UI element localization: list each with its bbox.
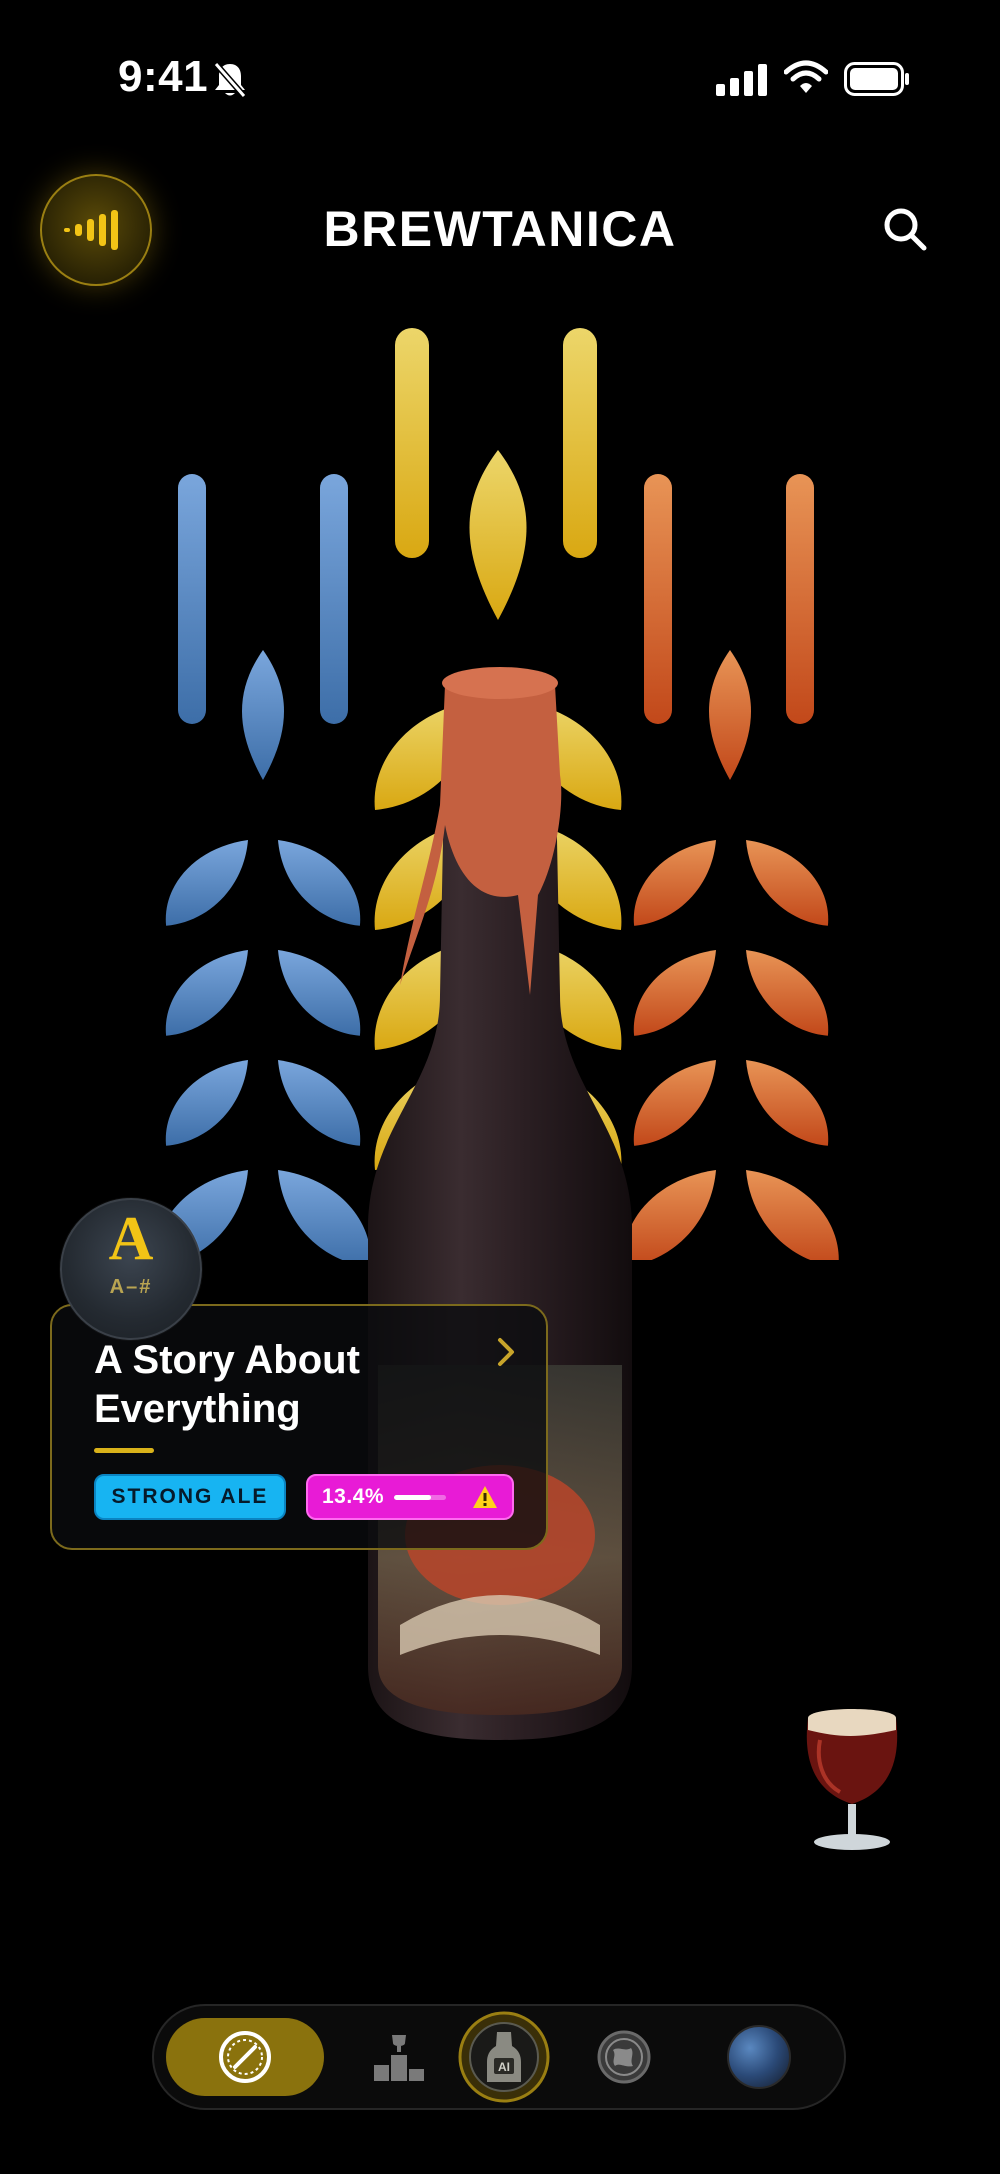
name-underline <box>94 1448 154 1453</box>
tab-beers[interactable] <box>166 2018 324 2096</box>
status-time: 9:41 <box>118 52 209 101</box>
battery-icon <box>844 62 909 96</box>
search-icon[interactable] <box>880 204 930 254</box>
grade-badge: A A–# <box>60 1198 202 1340</box>
bottle-cap-icon <box>219 2031 271 2083</box>
chevron-right-icon[interactable] <box>494 1336 518 1368</box>
app-title: BREWTANICA <box>323 201 677 257</box>
tab-profile[interactable] <box>694 2018 824 2096</box>
tab-bar: AI <box>152 2004 846 2110</box>
grade-detail: A–# <box>109 1276 153 1298</box>
bell-off-icon <box>213 62 247 98</box>
tab-rankings[interactable] <box>334 2018 464 2096</box>
beer-glass-image <box>806 1709 898 1850</box>
grade-letter: A <box>108 1205 154 1273</box>
svg-text:AI: AI <box>498 2060 510 2074</box>
tab-ai-scan[interactable]: AI <box>454 2011 554 2103</box>
abv-meter-fill <box>394 1494 432 1500</box>
style-tag[interactable]: STRONG ALE <box>94 1474 286 1520</box>
abv-tag[interactable]: 13.4% <box>306 1474 514 1520</box>
beer-card[interactable]: A Story About Everything STRONG ALE 13.4… <box>50 1304 548 1550</box>
avatar <box>727 2025 791 2089</box>
abv-meter <box>394 1494 447 1500</box>
signal-icon <box>716 64 767 96</box>
warning-icon <box>473 1486 497 1508</box>
globe-icon <box>597 2030 651 2084</box>
ai-scan-icon: AI <box>458 2011 550 2103</box>
beer-bottle-image <box>368 667 632 1740</box>
tab-explore[interactable] <box>564 2018 684 2096</box>
abv-value: 13.4% <box>322 1485 385 1508</box>
podium-icon <box>374 2035 424 2081</box>
wifi-icon <box>784 60 828 93</box>
beer-name: A Story About Everything <box>94 1338 360 1431</box>
